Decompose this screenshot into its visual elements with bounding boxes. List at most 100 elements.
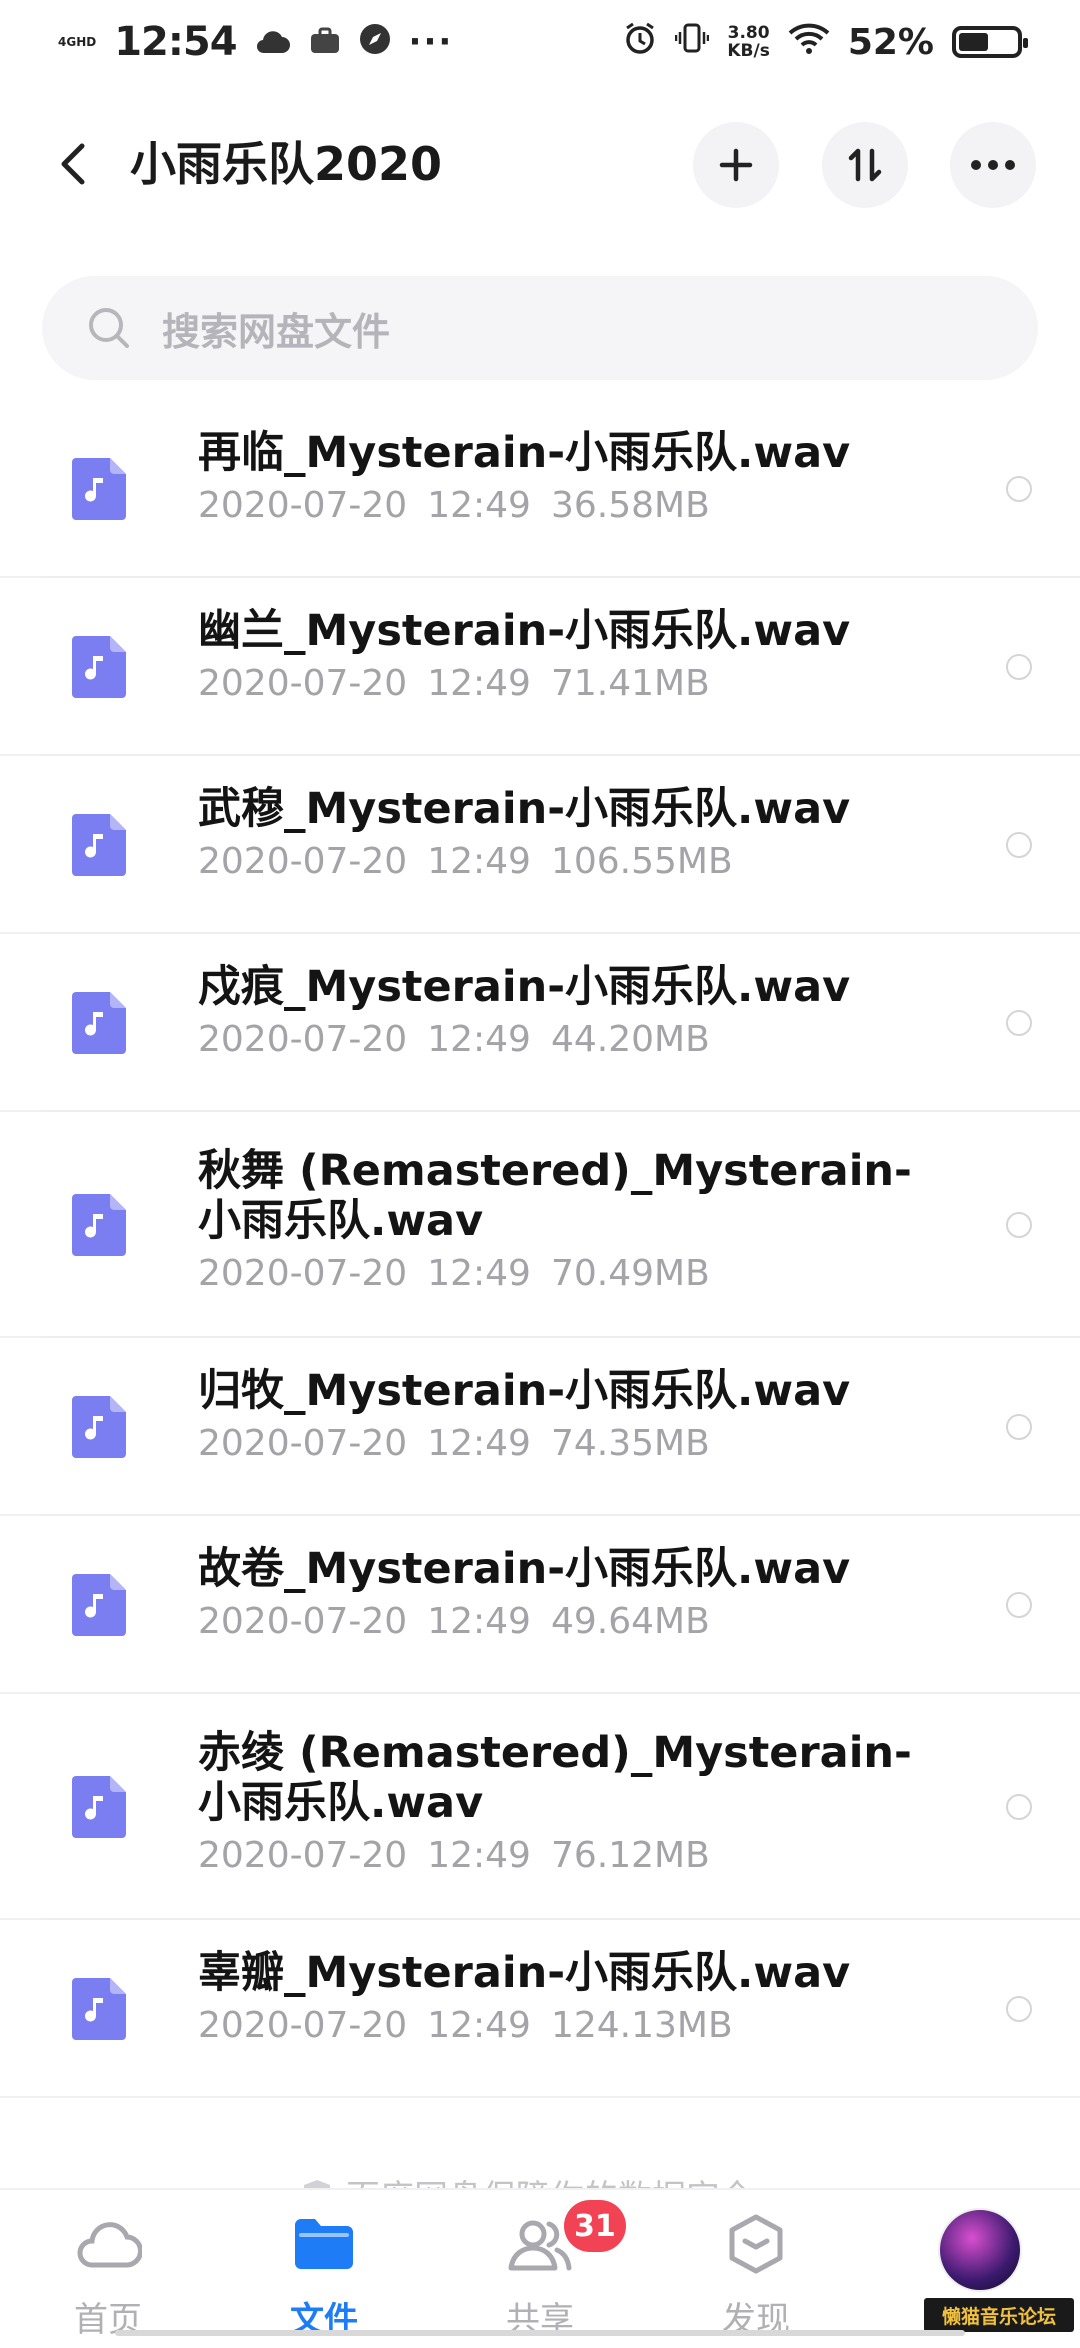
file-name: 戍痕_Mysterain-小雨乐队.wav xyxy=(198,962,851,1012)
avatar xyxy=(938,2208,1022,2292)
file-time: 12:49 xyxy=(427,663,531,704)
file-name: 辜瓣_Mysterain-小雨乐队.wav xyxy=(198,1948,851,1998)
battery-icon xyxy=(952,26,1028,58)
battery-level xyxy=(959,33,988,51)
file-date: 2020-07-20 xyxy=(198,1835,408,1876)
file-name: 武穆_Mysterain-小雨乐队.wav xyxy=(198,784,851,834)
watermark: 懒猫音乐论坛 xyxy=(924,2298,1074,2332)
file-meta: 2020-07-20 12:49 74.35MB xyxy=(198,1422,940,1466)
back-button[interactable] xyxy=(44,134,104,194)
select-checkbox[interactable] xyxy=(1006,1794,1032,1820)
file-row[interactable]: 再临_Mysterain-小雨乐队.wav 2020-07-20 12:49 36.5… xyxy=(0,400,1080,578)
file-row[interactable]: 武穆_Mysterain-小雨乐队.wav 2020-07-20 12:49 106.… xyxy=(0,756,1080,934)
signal-icon: 4GHD xyxy=(58,36,96,48)
battery-percent: 52% xyxy=(847,21,934,63)
more-button[interactable] xyxy=(950,122,1036,208)
file-meta: 2020-07-20 12:49 44.20MB xyxy=(198,1018,940,1062)
cloud-icon xyxy=(255,20,291,64)
compass-icon xyxy=(359,20,391,64)
file-meta: 2020-07-20 12:49 124.13MB xyxy=(198,2004,940,2048)
select-checkbox[interactable] xyxy=(1006,1996,1032,2022)
cloud-icon xyxy=(72,2208,144,2280)
file-row[interactable]: 幽兰_Mysterain-小雨乐队.wav 2020-07-20 12:49 71.4… xyxy=(0,578,1080,756)
status-bar: 4GHD 12:54 ··· 3.80 KB/s 52% xyxy=(0,0,1080,84)
file-date: 2020-07-20 xyxy=(198,1423,408,1464)
folder-icon xyxy=(288,2208,360,2280)
file-name: 再临_Mysterain-小雨乐队.wav xyxy=(198,428,851,478)
file-size: 74.35MB xyxy=(550,1423,710,1464)
file-name: 赤绫 (Remastered)_Mysterain-小雨乐队.wav xyxy=(198,1728,912,1828)
file-date: 2020-07-20 xyxy=(198,1019,408,1060)
file-meta: 2020-07-20 12:49 36.58MB xyxy=(198,484,940,528)
select-checkbox[interactable] xyxy=(1006,832,1032,858)
cube-icon xyxy=(720,2208,792,2280)
file-date: 2020-07-20 xyxy=(198,1601,408,1642)
search-input[interactable]: 搜索网盘文件 xyxy=(42,276,1038,380)
file-time: 12:49 xyxy=(427,1253,531,1294)
file-time: 12:49 xyxy=(427,485,531,526)
file-date: 2020-07-20 xyxy=(198,1253,408,1294)
file-row[interactable]: 秋舞 (Remastered)_Mysterain-小雨乐队.wav 2020-0… xyxy=(0,1112,1080,1338)
file-size: 76.12MB xyxy=(550,1835,710,1876)
home-indicator xyxy=(115,2330,965,2336)
file-date: 2020-07-20 xyxy=(198,485,408,526)
file-row[interactable]: 赤绫 (Remastered)_Mysterain-小雨乐队.wav 2020-0… xyxy=(0,1694,1080,1920)
more-notifications-icon: ··· xyxy=(408,22,454,62)
file-size: 36.58MB xyxy=(550,485,710,526)
wifi-icon xyxy=(788,20,830,64)
vibrate-icon xyxy=(675,20,710,64)
file-meta: 2020-07-20 12:49 49.64MB xyxy=(198,1600,940,1644)
file-time: 12:49 xyxy=(427,1835,531,1876)
nav-discover[interactable]: 发现 xyxy=(676,2208,836,2348)
file-size: 49.64MB xyxy=(550,1601,710,1642)
speed-unit: KB/s xyxy=(727,41,770,61)
search-placeholder: 搜索网盘文件 xyxy=(162,309,391,354)
file-date: 2020-07-20 xyxy=(198,841,408,882)
nav-home[interactable]: 首页 xyxy=(28,2208,188,2348)
file-date: 2020-07-20 xyxy=(198,2005,408,2046)
sort-icon xyxy=(848,148,882,182)
file-time: 12:49 xyxy=(427,1423,531,1464)
file-time: 12:49 xyxy=(427,2005,531,2046)
add-button[interactable] xyxy=(693,122,779,208)
file-size: 106.55MB xyxy=(550,841,733,882)
share-badge: 31 xyxy=(564,2200,626,2252)
nav-files[interactable]: 文件 xyxy=(244,2208,404,2348)
file-time: 12:49 xyxy=(427,1019,531,1060)
chevron-left-icon xyxy=(61,143,85,185)
file-name: 故卷_Mysterain-小雨乐队.wav xyxy=(198,1544,851,1594)
more-icon xyxy=(971,160,1015,170)
file-time: 12:49 xyxy=(427,1601,531,1642)
file-meta: 2020-07-20 12:49 70.49MB xyxy=(198,1252,940,1296)
bottom-navigation: 首页 文件 31 共享 发现 懒猫音乐论坛 xyxy=(0,2188,1080,2340)
file-name: 幽兰_Mysterain-小雨乐队.wav xyxy=(198,606,851,656)
file-name: 秋舞 (Remastered)_Mysterain-小雨乐队.wav xyxy=(198,1146,912,1246)
page-title: 小雨乐队2020 xyxy=(130,137,443,191)
select-checkbox[interactable] xyxy=(1006,1212,1032,1238)
file-list: 再临_Mysterain-小雨乐队.wav 2020-07-20 12:49 36.5… xyxy=(0,400,1080,2098)
file-row[interactable]: 辜瓣_Mysterain-小雨乐队.wav 2020-07-20 12:49 124.… xyxy=(0,1920,1080,2098)
file-row[interactable]: 故卷_Mysterain-小雨乐队.wav 2020-07-20 12:49 49.6… xyxy=(0,1516,1080,1694)
speed-value: 3.80 xyxy=(727,23,770,43)
sort-button[interactable] xyxy=(822,122,908,208)
file-meta: 2020-07-20 12:49 71.41MB xyxy=(198,662,940,706)
file-meta: 2020-07-20 12:49 106.55MB xyxy=(198,840,940,884)
file-size: 44.20MB xyxy=(550,1019,710,1060)
network-speed: 3.80 KB/s xyxy=(727,24,769,60)
briefcase-icon xyxy=(309,20,341,64)
file-meta: 2020-07-20 12:49 76.12MB xyxy=(198,1834,940,1878)
file-row[interactable]: 戍痕_Mysterain-小雨乐队.wav 2020-07-20 12:49 44.2… xyxy=(0,934,1080,1112)
file-time: 12:49 xyxy=(427,841,531,882)
file-row[interactable]: 归牧_Mysterain-小雨乐队.wav 2020-07-20 12:49 74.3… xyxy=(0,1338,1080,1516)
nav-share[interactable]: 31 共享 xyxy=(460,2200,626,2348)
select-checkbox[interactable] xyxy=(1006,1010,1032,1036)
select-checkbox[interactable] xyxy=(1006,654,1032,680)
select-checkbox[interactable] xyxy=(1006,1592,1032,1618)
search-icon xyxy=(89,308,129,348)
select-checkbox[interactable] xyxy=(1006,1414,1032,1440)
select-checkbox[interactable] xyxy=(1006,476,1032,502)
file-size: 71.41MB xyxy=(550,663,710,704)
file-size: 124.13MB xyxy=(550,2005,733,2046)
plus-icon xyxy=(719,148,753,182)
clock: 12:54 xyxy=(114,19,237,65)
